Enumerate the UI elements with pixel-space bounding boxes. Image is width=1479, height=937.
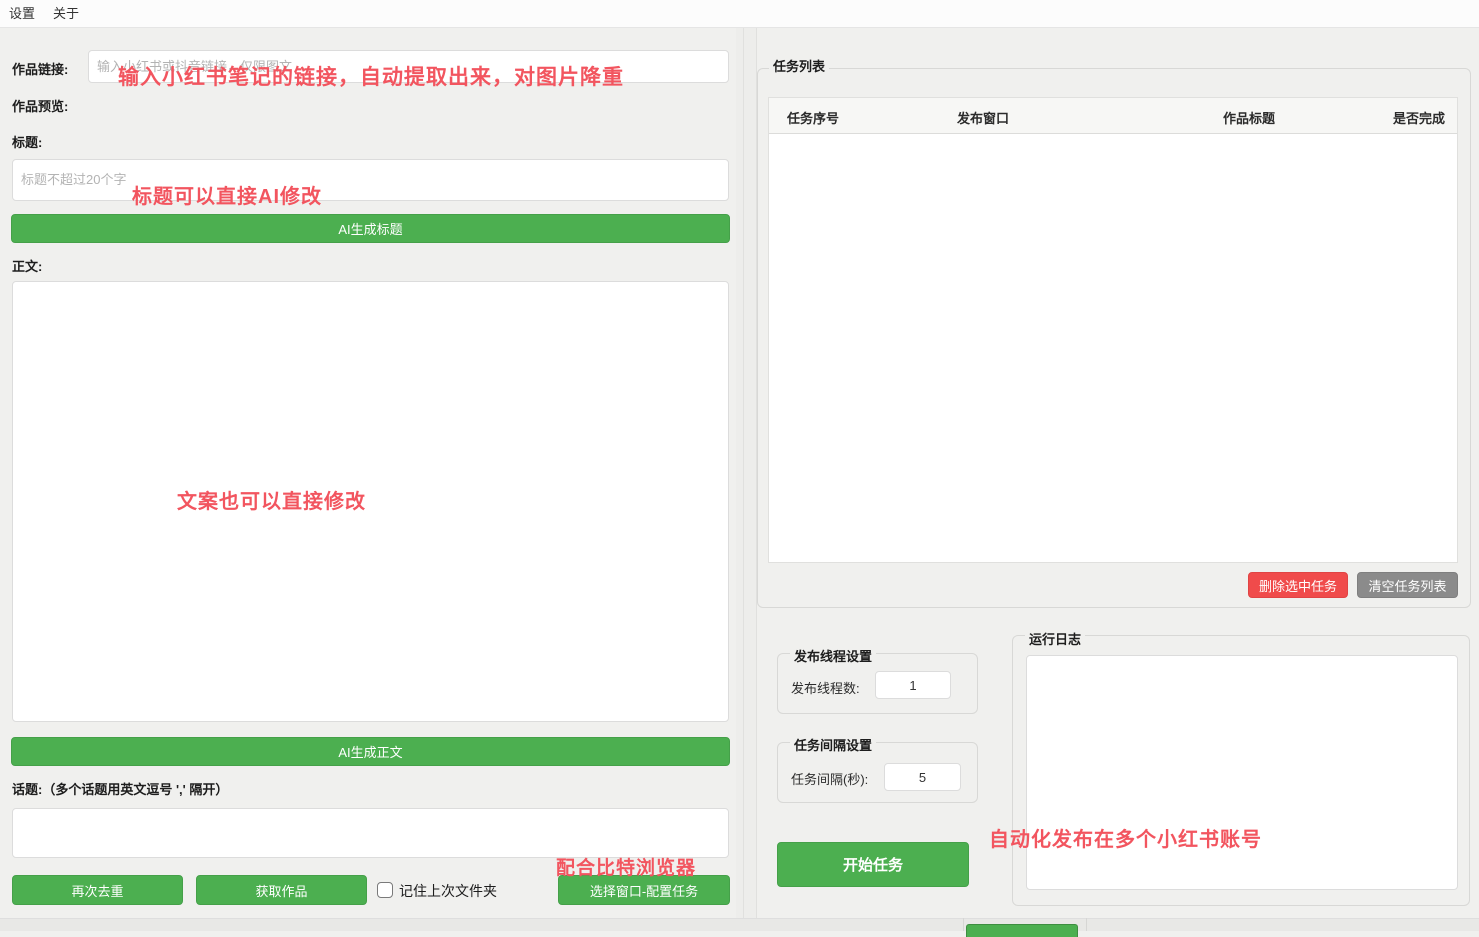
column-header-work-title[interactable]: 作品标题 bbox=[1223, 108, 1275, 127]
task-table-header: 任务序号 发布窗口 作品标题 是否完成 bbox=[769, 98, 1457, 134]
body-textarea[interactable] bbox=[12, 281, 729, 722]
publish-thread-settings-title: 发布线程设置 bbox=[790, 646, 876, 665]
column-header-publish-window[interactable]: 发布窗口 bbox=[957, 108, 1009, 127]
dedupe-again-button[interactable]: 再次去重 bbox=[12, 875, 183, 905]
delete-selected-tasks-button[interactable]: 删除选中任务 bbox=[1248, 572, 1348, 598]
start-task-button[interactable]: 开始任务 bbox=[777, 842, 969, 887]
fetch-work-button[interactable]: 获取作品 bbox=[196, 875, 367, 905]
title-input[interactable] bbox=[12, 159, 729, 201]
select-window-config-task-button[interactable]: 选择窗口-配置任务 bbox=[558, 875, 730, 905]
body-label: 正文: bbox=[12, 256, 42, 275]
title-label: 标题: bbox=[12, 132, 42, 151]
topic-input[interactable] bbox=[12, 808, 729, 858]
task-list-group-title: 任务列表 bbox=[769, 56, 829, 75]
run-log-group-title: 运行日志 bbox=[1025, 629, 1085, 648]
task-table-body[interactable] bbox=[769, 134, 1457, 562]
bottom-strip-divider-right bbox=[1086, 918, 1087, 931]
task-interval-label: 任务间隔(秒): bbox=[791, 769, 868, 788]
topic-label: 话题:（多个话题用英文逗号 ',' 隔开） bbox=[12, 779, 228, 798]
panel-splitter[interactable] bbox=[736, 28, 757, 918]
task-interval-settings-title: 任务间隔设置 bbox=[790, 735, 876, 754]
column-header-completed[interactable]: 是否完成 bbox=[1393, 108, 1445, 127]
clear-task-list-button[interactable]: 清空任务列表 bbox=[1357, 572, 1458, 598]
column-header-task-number[interactable]: 任务序号 bbox=[787, 108, 839, 127]
remember-folder-label: 记住上次文件夹 bbox=[399, 881, 497, 901]
task-table: 任务序号 发布窗口 作品标题 是否完成 bbox=[768, 97, 1458, 563]
menu-item-settings[interactable]: 设置 bbox=[0, 0, 44, 27]
task-interval-input[interactable] bbox=[884, 763, 961, 791]
remember-folder-checkbox[interactable] bbox=[377, 882, 393, 898]
work-preview-label: 作品预览: bbox=[12, 96, 68, 115]
ai-generate-body-button[interactable]: AI生成正文 bbox=[11, 737, 730, 766]
splitter-line-left bbox=[743, 28, 744, 918]
run-log-textarea[interactable] bbox=[1026, 655, 1458, 890]
thread-count-input[interactable] bbox=[875, 671, 951, 699]
menubar: 设置 关于 bbox=[0, 0, 1479, 28]
work-link-label: 作品链接: bbox=[12, 59, 68, 78]
bottom-strip-divider-left bbox=[963, 918, 964, 931]
bottom-strip bbox=[0, 918, 1479, 931]
thread-count-label: 发布线程数: bbox=[791, 678, 860, 697]
work-link-input[interactable] bbox=[88, 50, 729, 83]
menu-item-about[interactable]: 关于 bbox=[44, 0, 88, 27]
ai-generate-title-button[interactable]: AI生成标题 bbox=[11, 214, 730, 243]
